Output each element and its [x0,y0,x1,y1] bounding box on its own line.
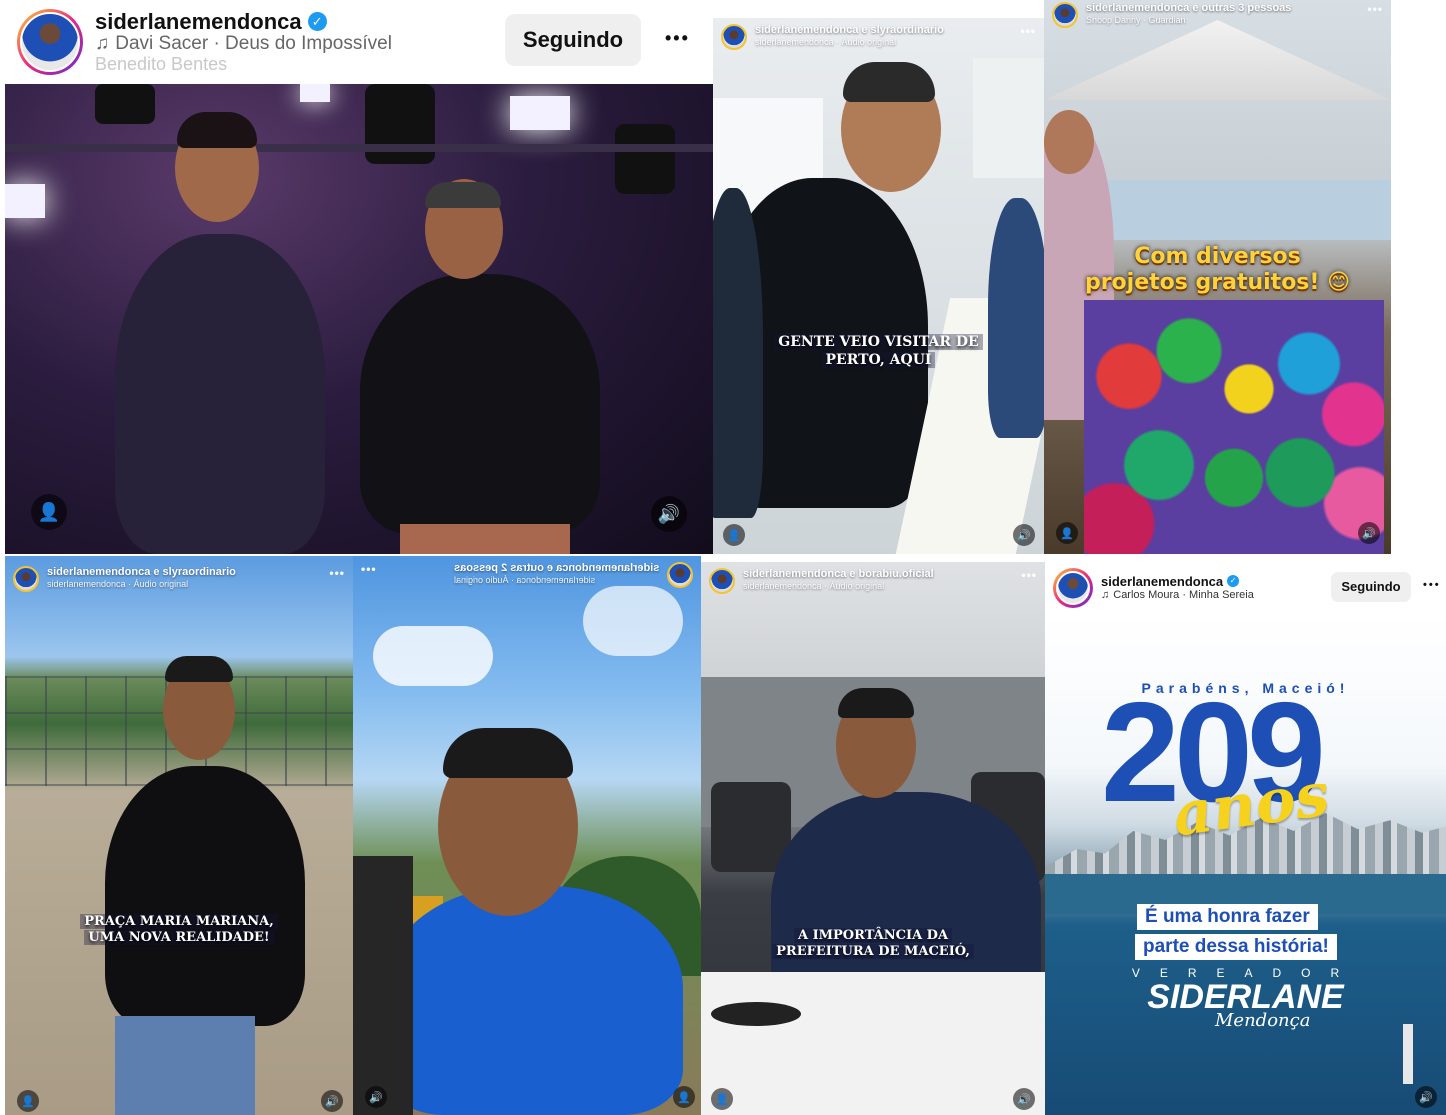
reel-audio[interactable]: siderlanemendonca · Áudio original [47,579,236,589]
post-location[interactable]: Benedito Bentes [95,54,392,75]
post-username[interactable]: siderlanemendonca [1101,574,1223,590]
tagged-user-icon[interactable]: 👤 [723,524,745,546]
post-image: Parabéns, Maceió! 209 anos É uma honra f… [1045,614,1446,1115]
volume-icon[interactable]: 🔊 [1415,1086,1437,1108]
avatar[interactable] [667,562,693,588]
volume-icon[interactable]: 🔊 [321,1090,343,1112]
reel-caption: GENTE VEIO VISITAR DE PERTO, AQUI [713,334,1044,369]
tagged-user-icon[interactable]: 👤 [711,1088,733,1110]
reel-praca[interactable]: siderlanemendonca e slyraordinario sider… [5,556,353,1115]
candidate-surname: Mendonça [1215,1010,1311,1031]
post-music[interactable]: Carlos Moura · Minha Sereia [1113,589,1254,602]
reel-header: siderlanemendonca e outras 3 pessoas Sno… [1044,0,1391,34]
reel-audio[interactable]: Snoop Danny · Guardian [1086,15,1291,25]
post-stage: siderlanemendonca ✓ ♫ Davi Sacer · Deus … [5,0,713,554]
avatar[interactable] [709,568,735,594]
avatar[interactable] [1052,2,1078,28]
reel-username[interactable]: siderlanemendonca e outras 3 pessoas [1086,2,1291,15]
reel-header: siderlanemendonca e borabiu.oficial side… [701,562,1045,600]
tagged-user-icon[interactable]: 👤 [673,1086,695,1108]
reel-chamber[interactable]: siderlanemendonca e borabiu.oficial side… [701,562,1045,1115]
post-header: siderlanemendonca ✓ ♫ Carlos Moura · Min… [1045,562,1446,614]
tagged-user-icon[interactable]: 👤 [31,494,67,530]
volume-icon[interactable]: 🔊 [1013,524,1035,546]
more-options-icon[interactable]: ••• [665,28,690,49]
reel-audio[interactable]: siderlanemendonca · Áudio original [755,37,944,47]
volume-icon[interactable]: 🔊 [1358,522,1380,544]
verified-icon: ✓ [1227,575,1240,588]
following-button[interactable]: Seguindo [505,14,641,66]
volume-icon[interactable]: 🔊 [365,1086,387,1108]
honor-line-1: É uma honra fazer [1137,904,1318,930]
reel-caption: PRAÇA MARIA MARIANA, UMA NOVA REALIDADE! [5,914,353,947]
reel-audio[interactable]: siderlanemendonca · Áudio original [743,581,934,591]
reel-audio[interactable]: siderlanemendonca · Áudio original [454,575,659,585]
more-options-icon[interactable]: ••• [1367,2,1383,16]
more-options-icon[interactable]: ••• [1020,24,1036,38]
post-header: siderlanemendonca ✓ ♫ Davi Sacer · Deus … [5,0,713,84]
reel-username[interactable]: siderlanemendonca e outras 2 pessoas [454,562,659,575]
more-options-icon[interactable]: ••• [1021,568,1037,582]
following-button[interactable]: Seguindo [1331,572,1411,602]
avatar[interactable] [13,566,39,592]
more-options-icon[interactable]: ••• [329,566,345,580]
tagged-user-icon[interactable]: 👤 [1056,522,1078,544]
post-username[interactable]: siderlanemendonca [95,9,302,34]
reel-office[interactable]: siderlanemendonca e slyraordinario sider… [713,18,1044,554]
music-icon: ♫ [95,32,110,54]
reel-username[interactable]: siderlanemendonca e slyraordinario [755,24,944,37]
reel-header: siderlanemendonca e slyraordinario sider… [5,556,353,598]
avatar[interactable] [721,24,747,50]
more-options-icon[interactable]: ••• [361,562,377,576]
volume-icon[interactable]: 🔊 [1013,1088,1035,1110]
more-options-icon[interactable]: ••• [1423,579,1441,591]
avatar[interactable] [17,9,83,75]
verified-icon: ✓ [307,12,327,32]
reel-header: siderlanemendonca e outras 2 pessoas sid… [353,556,701,594]
music-icon: ♫ [1101,589,1110,602]
post-image: 👤 🔊 [5,84,713,554]
reel-header: siderlanemendonca e slyraordinario sider… [713,18,1044,56]
reel-selfie[interactable]: siderlanemendonca e outras 2 pessoas sid… [353,556,701,1115]
honor-line-2: parte dessa história! [1135,934,1337,960]
volume-icon[interactable]: 🔊 [651,496,687,532]
post-music[interactable]: Davi Sacer · Deus do Impossível [115,33,392,55]
avatar[interactable] [1053,568,1093,608]
reel-caption: A IMPORTÂNCIA DA PREFEITURA DE MACEIÓ, [701,928,1045,961]
reel-username[interactable]: siderlanemendonca e borabiu.oficial [743,568,934,581]
reel-crafts[interactable]: siderlanemendonca e outras 3 pessoas Sno… [1044,0,1391,554]
post-209-anos: siderlanemendonca ✓ ♫ Carlos Moura · Min… [1045,562,1446,1115]
reel-username[interactable]: siderlanemendonca e slyraordinario [47,566,236,579]
reel-caption: Com diversos projetos gratuitos! 😊 [1084,244,1351,296]
tagged-user-icon[interactable]: 👤 [17,1090,39,1112]
